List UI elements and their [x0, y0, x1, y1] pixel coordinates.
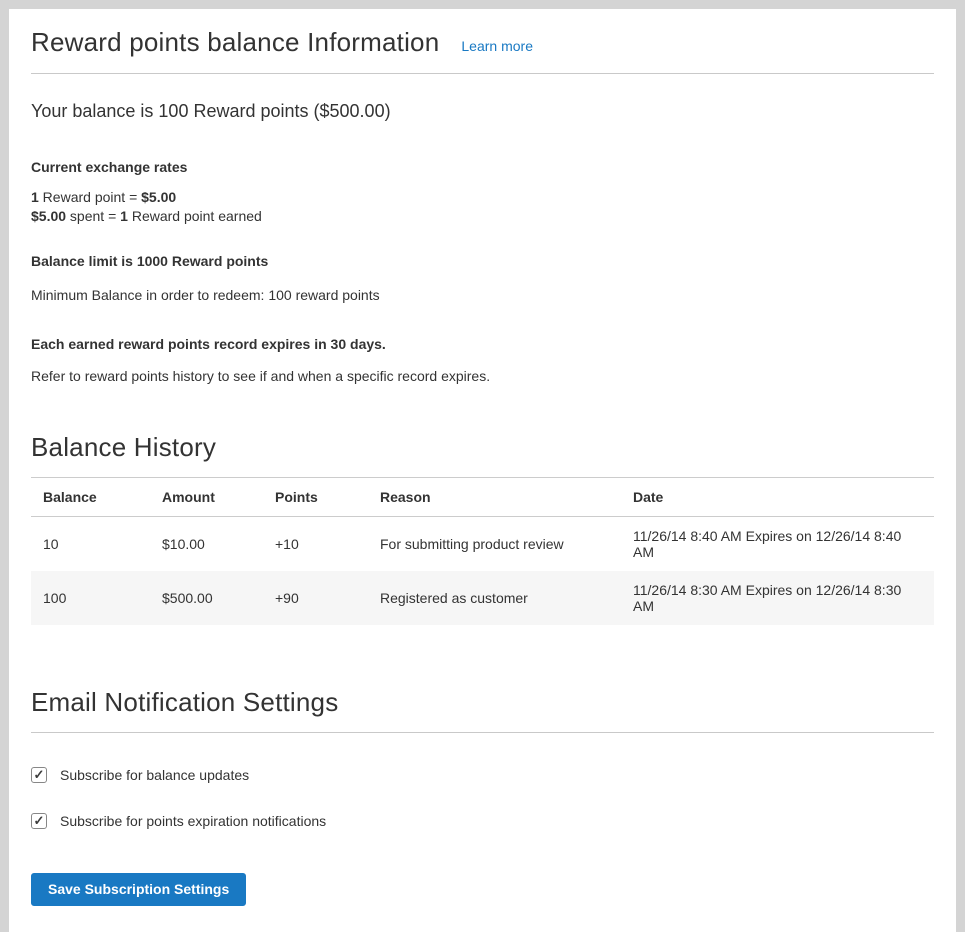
balance-history-table: Balance Amount Points Reason Date 10 $10…: [31, 477, 934, 625]
earn-rate-line: 1 Reward point = $5.00: [31, 188, 934, 207]
table-row: 100 $500.00 +90 Registered as customer 1…: [31, 571, 934, 625]
cell-reason: Registered as customer: [368, 571, 621, 625]
page-title: Reward points balance Information: [31, 27, 439, 58]
email-notification-title: Email Notification Settings: [31, 687, 338, 718]
balance-history-title: Balance History: [31, 432, 934, 463]
cell-points: +10: [263, 517, 368, 572]
cell-balance: 100: [31, 571, 150, 625]
spend-rate-line: $5.00 spent = 1 Reward point earned: [31, 207, 934, 226]
cell-reason: For submitting product review: [368, 517, 621, 572]
balance-limit-text: Balance limit is 1000 Reward points: [31, 252, 934, 270]
cell-amount: $500.00: [150, 571, 263, 625]
balance-updates-label[interactable]: Subscribe for balance updates: [60, 767, 249, 783]
exchange-rates-heading: Current exchange rates: [31, 158, 934, 176]
expiry-note-text: Refer to reward points history to see if…: [31, 367, 934, 386]
points-expiration-option: Subscribe for points expiration notifica…: [31, 813, 934, 829]
points-expiration-label[interactable]: Subscribe for points expiration notifica…: [60, 813, 326, 829]
balance-updates-option: Subscribe for balance updates: [31, 767, 934, 783]
exchange-rates: 1 Reward point = $5.00 $5.00 spent = 1 R…: [31, 188, 934, 226]
column-header-date: Date: [621, 478, 934, 517]
min-balance-text: Minimum Balance in order to redeem: 100 …: [31, 286, 934, 305]
column-header-balance: Balance: [31, 478, 150, 517]
table-row: 10 $10.00 +10 For submitting product rev…: [31, 517, 934, 572]
page-header: Reward points balance Information Learn …: [31, 27, 934, 74]
table-header-row: Balance Amount Points Reason Date: [31, 478, 934, 517]
save-subscription-settings-button[interactable]: Save Subscription Settings: [31, 873, 246, 906]
points-expiration-checkbox[interactable]: [31, 813, 47, 829]
cell-amount: $10.00: [150, 517, 263, 572]
cell-date: 11/26/14 8:30 AM Expires on 12/26/14 8:3…: [621, 571, 934, 625]
cell-balance: 10: [31, 517, 150, 572]
reward-points-page: Reward points balance Information Learn …: [9, 9, 956, 932]
cell-points: +90: [263, 571, 368, 625]
column-header-amount: Amount: [150, 478, 263, 517]
learn-more-link[interactable]: Learn more: [461, 38, 533, 54]
column-header-points: Points: [263, 478, 368, 517]
expiry-rule-text: Each earned reward points record expires…: [31, 335, 934, 353]
balance-summary: Your balance is 100 Reward points ($500.…: [31, 100, 934, 122]
column-header-reason: Reason: [368, 478, 621, 517]
balance-updates-checkbox[interactable]: [31, 767, 47, 783]
cell-date: 11/26/14 8:40 AM Expires on 12/26/14 8:4…: [621, 517, 934, 572]
email-notification-header: Email Notification Settings: [31, 687, 934, 733]
